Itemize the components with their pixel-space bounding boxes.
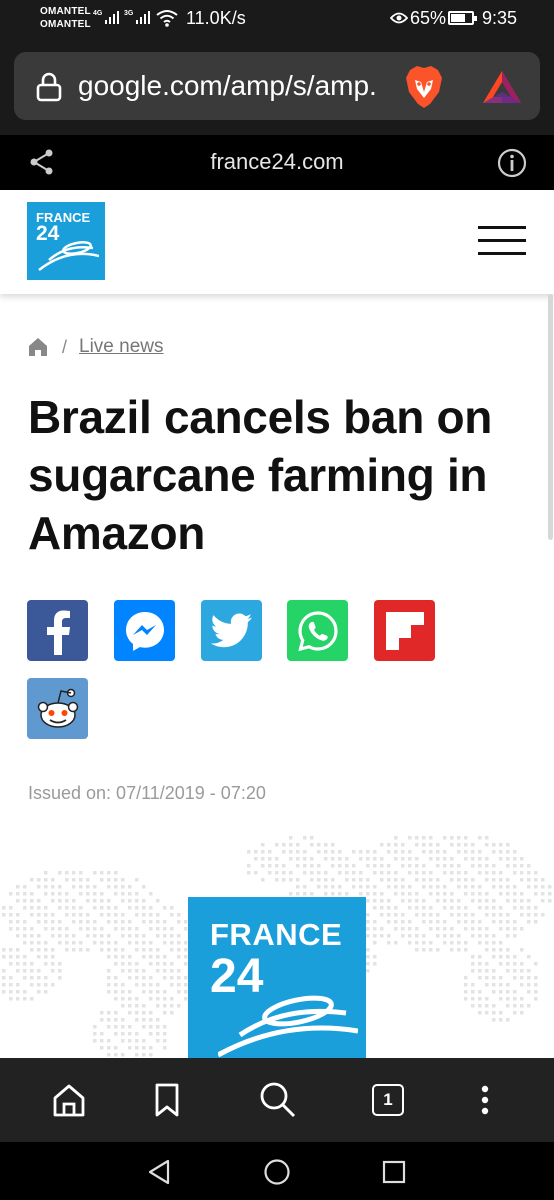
bookmark-button[interactable] bbox=[147, 1080, 187, 1120]
url-text[interactable]: google.com/amp/s/amp. bbox=[78, 70, 377, 102]
clock: 9:35 bbox=[482, 8, 518, 28]
france24-logo[interactable]: FRANCE 24 bbox=[27, 202, 105, 280]
url-bar[interactable]: google.com/amp/s/amp. bbox=[14, 52, 540, 120]
hamburger-menu-icon[interactable] bbox=[478, 226, 526, 256]
issued-date: Issued on: 07/11/2019 - 07:20 bbox=[28, 783, 266, 803]
share-flipboard-button[interactable] bbox=[374, 600, 435, 661]
breadcrumb: / Live news bbox=[28, 334, 164, 360]
signal-1-icon: 4G bbox=[93, 10, 120, 24]
whatsapp-icon bbox=[297, 610, 338, 651]
share-reddit-button[interactable] bbox=[27, 678, 88, 739]
site-header: FRANCE 24 bbox=[0, 190, 554, 294]
search-icon bbox=[260, 1082, 296, 1118]
home-circle-icon bbox=[264, 1159, 290, 1185]
logo-waves-icon bbox=[38, 241, 99, 271]
twitter-icon bbox=[210, 613, 252, 647]
more-vertical-icon bbox=[481, 1085, 489, 1115]
system-navigation-bar bbox=[0, 1142, 554, 1200]
signal-2-tag: 3G bbox=[124, 10, 134, 17]
facebook-icon bbox=[46, 610, 70, 655]
carrier-1: OMANTEL bbox=[40, 6, 91, 17]
breadcrumb-separator: / bbox=[62, 336, 68, 357]
recents-button[interactable] bbox=[380, 1158, 408, 1186]
tabs-button[interactable]: 1 bbox=[368, 1080, 408, 1120]
battery-percent: 65% bbox=[410, 8, 447, 28]
amp-header-bar: france24.com bbox=[0, 135, 554, 190]
home-button[interactable] bbox=[49, 1080, 89, 1120]
amp-domain[interactable]: france24.com bbox=[0, 149, 554, 175]
brave-rewards-icon[interactable] bbox=[480, 68, 524, 106]
breadcrumb-link-live-news[interactable]: Live news bbox=[79, 336, 164, 358]
back-button[interactable] bbox=[145, 1158, 173, 1186]
signal-1-tag: 4G bbox=[93, 10, 103, 17]
hero-france24-logo: FRANCE 24 bbox=[188, 897, 366, 1058]
tab-count: 1 bbox=[372, 1084, 404, 1116]
share-twitter-button[interactable] bbox=[201, 600, 262, 661]
bookmark-icon bbox=[155, 1083, 179, 1117]
lock-icon bbox=[36, 72, 62, 102]
signal-2-icon: 3G bbox=[124, 10, 151, 24]
wifi-icon bbox=[156, 10, 178, 27]
net-speed: 11.0K/s bbox=[186, 8, 246, 28]
more-menu-button[interactable] bbox=[465, 1080, 505, 1120]
search-button[interactable] bbox=[258, 1080, 298, 1120]
messenger-icon bbox=[125, 611, 164, 651]
status-bar: OMANTEL OMANTEL 4G 3G 11.0K/s 65% 9:35 bbox=[0, 0, 554, 40]
info-icon[interactable] bbox=[497, 148, 527, 178]
hero-logo-waves-icon bbox=[218, 995, 358, 1058]
carrier-2: OMANTEL bbox=[40, 19, 91, 30]
flipboard-icon bbox=[385, 611, 424, 650]
article-hero-image: FRANCE 24 bbox=[0, 820, 554, 1058]
share-messenger-button[interactable] bbox=[114, 600, 175, 661]
home-icon[interactable] bbox=[28, 337, 48, 357]
eye-comfort-icon bbox=[390, 12, 408, 24]
reddit-icon bbox=[37, 688, 78, 728]
browser-bottom-toolbar: 1 bbox=[0, 1058, 554, 1142]
brave-shields-icon[interactable] bbox=[402, 64, 446, 110]
hero-logo-line-1: FRANCE bbox=[210, 917, 343, 952]
home-nav-button[interactable] bbox=[263, 1158, 291, 1186]
back-triangle-icon bbox=[148, 1159, 170, 1185]
carrier-names: OMANTEL OMANTEL bbox=[40, 5, 91, 31]
article-headline: Brazil cancels ban on sugarcane farming … bbox=[28, 391, 493, 559]
recents-square-icon bbox=[382, 1160, 406, 1184]
battery-icon bbox=[448, 11, 477, 25]
browser-address-area: google.com/amp/s/amp. bbox=[0, 40, 554, 135]
scrollbar[interactable] bbox=[548, 294, 553, 540]
browser-home-icon bbox=[53, 1084, 85, 1117]
share-facebook-button[interactable] bbox=[27, 600, 88, 661]
share-whatsapp-button[interactable] bbox=[287, 600, 348, 661]
